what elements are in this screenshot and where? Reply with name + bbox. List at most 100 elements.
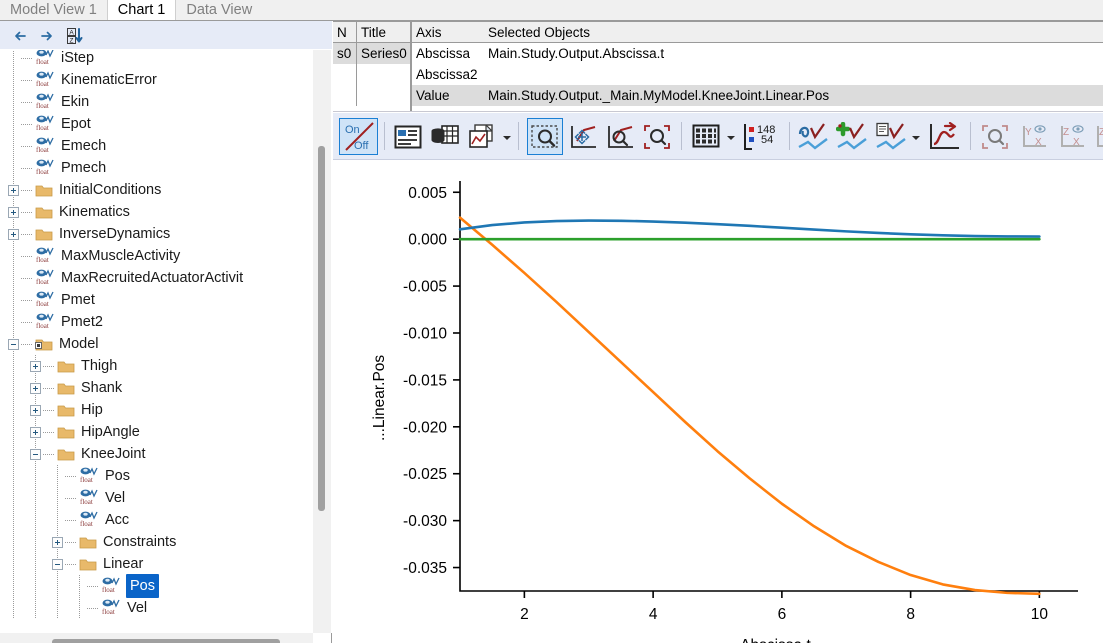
zoom-fit-icon[interactable] (640, 118, 674, 155)
column-header-title[interactable]: Title (357, 22, 410, 43)
axis-row-abscissa2[interactable]: Abscissa2 (412, 64, 1103, 85)
expand-node-icon[interactable] (8, 206, 19, 218)
tree-item-constraints[interactable]: Constraints (0, 531, 312, 553)
export-curve-icon[interactable] (926, 118, 962, 155)
column-header-axis[interactable]: Axis (412, 22, 484, 43)
svg-text:float: float (36, 322, 49, 330)
folder-icon (57, 449, 75, 460)
tree-item-ekin[interactable]: float Ekin (0, 91, 312, 113)
tree-item-kneejoint[interactable]: KneeJoint (0, 443, 312, 465)
column-header-selected-objects[interactable]: Selected Objects (484, 22, 1103, 43)
tree-guide-line (13, 245, 14, 267)
zoom-reset-icon[interactable] (977, 118, 1013, 155)
tree-horizontal-scrollbar[interactable] (0, 633, 313, 643)
new-chart-icon[interactable] (465, 118, 499, 155)
tree-item-vel[interactable]: float Vel (0, 597, 312, 619)
tree-item-model[interactable]: Model (0, 333, 312, 355)
tree-item-pos[interactable]: float Pos (0, 574, 312, 598)
view-yx-icon[interactable]: Y X (1017, 118, 1051, 155)
expand-node-icon[interactable] (8, 228, 19, 240)
chart-properties-icon[interactable] (391, 118, 425, 155)
tree-item-acc[interactable]: float Acc (0, 509, 312, 531)
series-empty-row-1[interactable] (333, 64, 410, 85)
expand-node-icon[interactable] (30, 426, 41, 438)
float-variable-icon: float (36, 93, 54, 110)
grid-dropdown-caret-icon[interactable] (727, 134, 736, 143)
tree-item-istep[interactable]: float iStep (0, 50, 312, 69)
tree-item-hipangle[interactable]: HipAngle (0, 421, 312, 443)
tree-item-kinematicerror[interactable]: float KinematicError (0, 69, 312, 91)
collapse-node-icon[interactable] (8, 338, 19, 350)
point-counts-icon[interactable]: 148 54 (741, 118, 783, 155)
chart-series-line[interactable] (458, 219, 1041, 238)
axis-row-value[interactable]: Value Main.Study.Output._Main.MyModel.Kn… (412, 85, 1103, 106)
sort-az-icon[interactable]: A Z (62, 24, 86, 48)
tree-item-maxmuscleactivity[interactable]: float MaxMuscleActivity (0, 245, 312, 267)
tree-item-pmet2[interactable]: float Pmet2 (0, 311, 312, 333)
tree-item-pmet[interactable]: float Pmet (0, 289, 312, 311)
tab-data-view[interactable]: Data View (176, 0, 263, 20)
tree-item-vel[interactable]: float Vel (0, 487, 312, 509)
curve-legend-icon[interactable] (873, 118, 909, 155)
tree-item-label: Pos (105, 468, 130, 484)
svg-text:float: float (36, 124, 49, 132)
column-header-n[interactable]: N (333, 22, 357, 43)
data-source-icon[interactable] (428, 118, 462, 155)
on-off-toggle-icon[interactable]: On Off (339, 118, 378, 155)
zoom-chart-icon[interactable] (603, 118, 637, 155)
smooth-curve-icon[interactable] (795, 118, 831, 155)
grid-toggle-icon[interactable] (688, 118, 724, 155)
view-zy-icon[interactable]: Z Y (1091, 118, 1103, 155)
tree-vscroll-thumb[interactable] (318, 146, 325, 511)
pan-chart-icon[interactable] (566, 118, 600, 155)
series-empty-row-2[interactable] (333, 85, 410, 106)
curve-legend-dropdown-caret-icon[interactable] (912, 134, 921, 143)
tree-item-label: Pmet (61, 292, 95, 308)
chart-series-line[interactable] (458, 216, 1041, 596)
empty-cell (333, 85, 357, 106)
tab-model-view-1[interactable]: Model View 1 (0, 0, 107, 20)
tree-hscroll-thumb[interactable] (52, 639, 280, 643)
tree-item-thigh[interactable]: Thigh (0, 355, 312, 377)
series-title-cell: Series0 (357, 43, 410, 64)
tree-item-emech[interactable]: float Emech (0, 135, 312, 157)
expand-node-icon[interactable] (8, 184, 19, 196)
series-list-header-row: N Title (333, 22, 410, 43)
zoom-rectangle-icon[interactable] (527, 118, 563, 155)
tree-item-linear[interactable]: Linear (0, 553, 312, 575)
expand-node-icon[interactable] (30, 360, 41, 372)
tree-item-epot[interactable]: float Epot (0, 113, 312, 135)
tree-item-pmech[interactable]: float Pmech (0, 157, 312, 179)
new-chart-dropdown-caret-icon[interactable] (503, 134, 512, 143)
expand-node-icon[interactable] (30, 382, 41, 394)
expand-node-icon[interactable] (52, 536, 63, 548)
tree-item-inversedynamics[interactable]: InverseDynamics (0, 223, 312, 245)
collapse-node-icon[interactable] (30, 448, 41, 460)
tree-connector (65, 497, 77, 499)
tree-connector (43, 365, 55, 367)
tree-item-initialconditions[interactable]: InitialConditions (0, 179, 312, 201)
tree-item-pos[interactable]: float Pos (0, 465, 312, 487)
back-arrow-icon[interactable] (8, 24, 32, 48)
model-tree[interactable]: float iStep float KinematicError float Ekin fl… (0, 50, 312, 625)
tree-guide-line (13, 575, 14, 597)
axis-row-abscissa[interactable]: Abscissa Main.Study.Output.Abscissa.t (412, 43, 1103, 64)
series-row-s0[interactable]: s0 Series0 (333, 43, 410, 64)
add-curve-icon[interactable] (834, 118, 870, 155)
tree-vertical-scrollbar[interactable] (313, 50, 331, 633)
expand-node-icon[interactable] (30, 404, 41, 416)
forward-arrow-icon[interactable] (35, 24, 59, 48)
tree-item-maxrecruitedactuatoractivit[interactable]: float MaxRecruitedActuatorActivit (0, 267, 312, 289)
tree-item-shank[interactable]: Shank (0, 377, 312, 399)
chart-plot-area[interactable]: 0.005 0.000 -0.005 -0.010 -0.015 -0.020 -0.025… (333, 161, 1103, 643)
view-zx-icon[interactable]: Z X (1055, 118, 1089, 155)
collapse-node-icon[interactable] (52, 558, 63, 570)
tree-item-hip[interactable]: Hip (0, 399, 312, 421)
tree-item-kinematics[interactable]: Kinematics (0, 201, 312, 223)
svg-text:On: On (345, 124, 360, 136)
tree-connector (21, 145, 33, 147)
tab-chart-1[interactable]: Chart 1 (106, 0, 177, 20)
folder-icon (57, 361, 75, 372)
